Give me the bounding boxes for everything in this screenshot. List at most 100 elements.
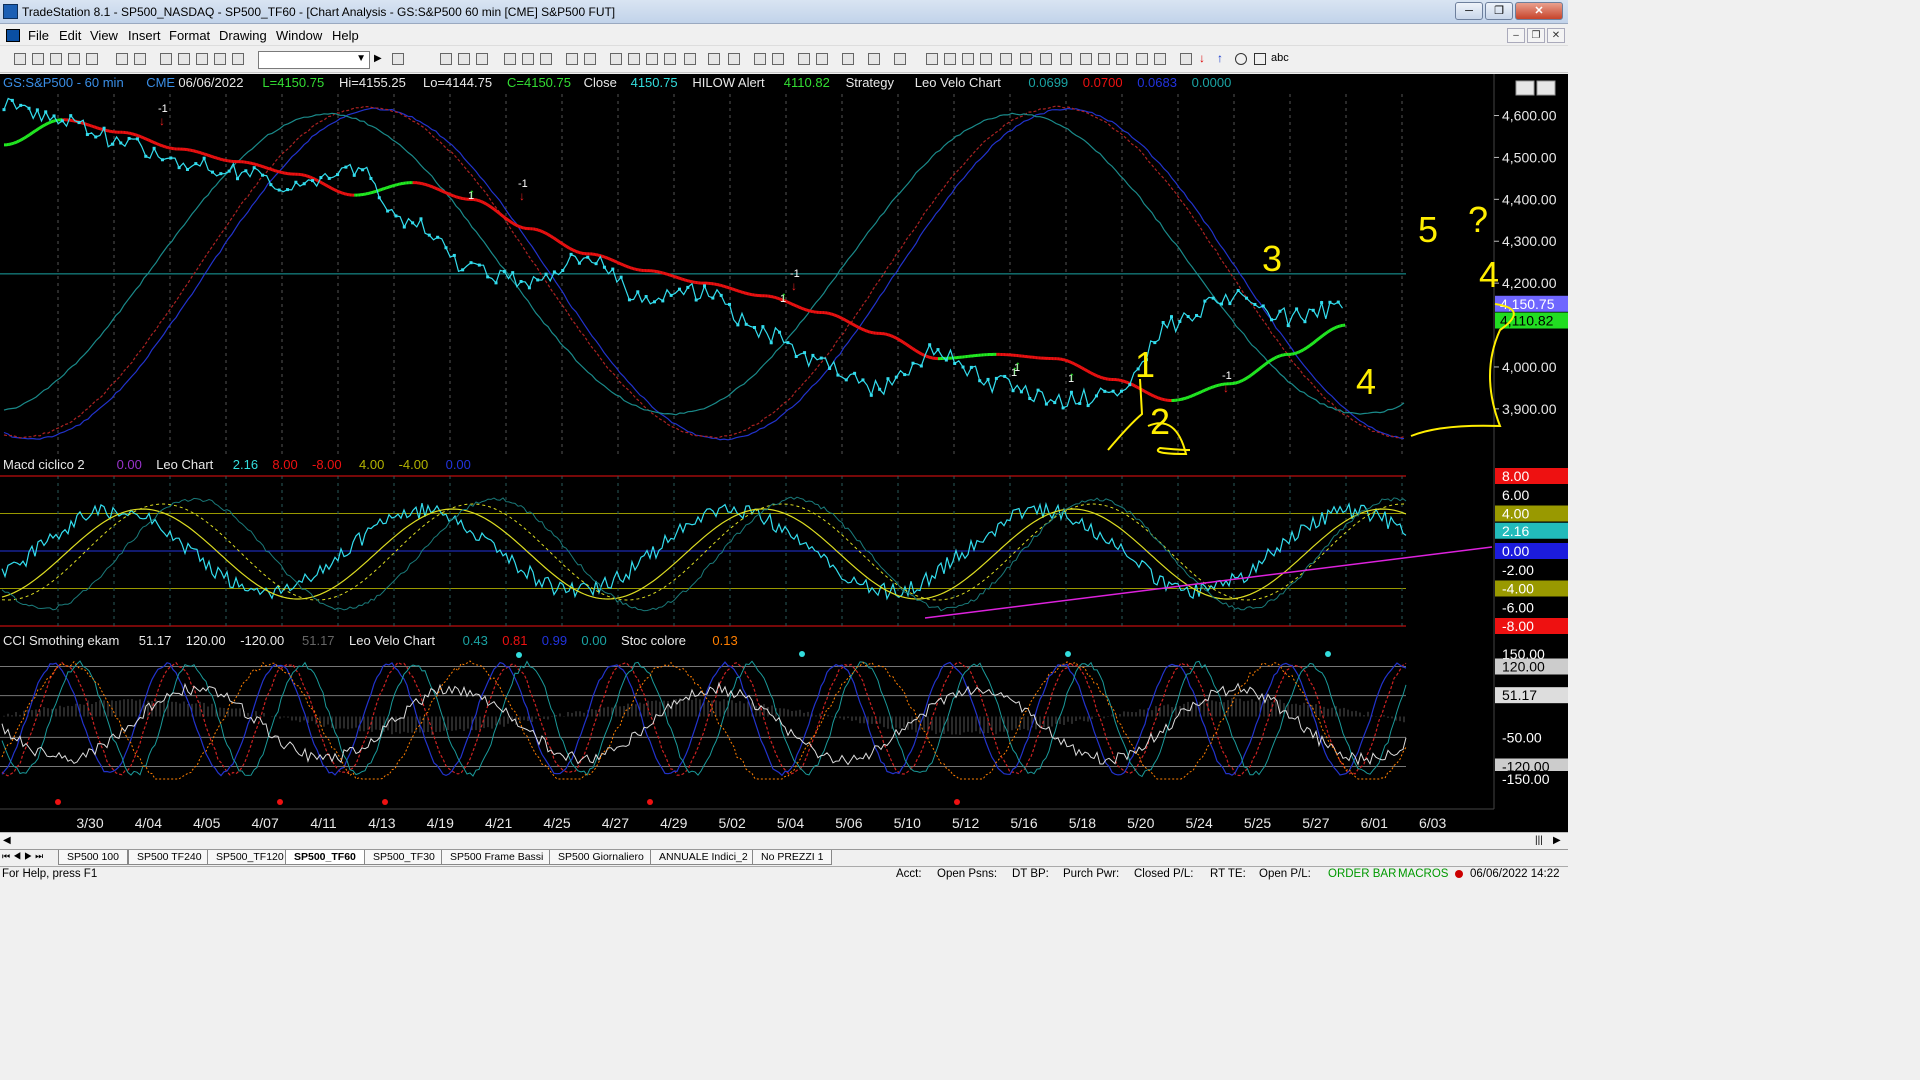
- scroll-left-icon[interactable]: ◀: [3, 835, 11, 846]
- rectangle-icon[interactable]: [1254, 53, 1266, 65]
- sheet-tab[interactable]: SP500_TF60: [285, 850, 365, 865]
- compress-icon[interactable]: [708, 53, 720, 65]
- pointer-icon[interactable]: [798, 53, 810, 65]
- sheet-tab[interactable]: SP500_TF30: [364, 850, 444, 865]
- sheet-tab[interactable]: SP500 Frame Bassi: [441, 850, 553, 865]
- ellipse-icon[interactable]: [1235, 53, 1247, 65]
- sheet-tab[interactable]: SP500 TF240: [128, 850, 211, 865]
- matrix-icon[interactable]: [440, 53, 452, 65]
- print-icon[interactable]: [116, 53, 128, 65]
- mdi-minimize-button[interactable]: –: [1507, 28, 1525, 43]
- vertical-line-icon[interactable]: [944, 53, 956, 65]
- chart-window-icon[interactable]: [6, 29, 20, 42]
- format-analysis-icon[interactable]: [584, 53, 596, 65]
- alert-icon[interactable]: [868, 53, 880, 65]
- speed-lines-icon[interactable]: [1060, 53, 1072, 65]
- menu-edit[interactable]: Edit: [59, 28, 81, 43]
- ma-falling-segment: [328, 185, 332, 190]
- trendline-icon[interactable]: [926, 53, 938, 65]
- status-macros[interactable]: MACROS: [1398, 868, 1448, 880]
- stoch-low-dot: [277, 799, 283, 805]
- tools-icon[interactable]: [842, 53, 854, 65]
- regression-icon[interactable]: [1040, 53, 1052, 65]
- zoom-in-icon[interactable]: [754, 53, 766, 65]
- horizontal-scrollbar[interactable]: ◀ ||| ▶: [0, 832, 1568, 849]
- ma-rising-segment: [1299, 349, 1303, 353]
- menu-insert[interactable]: Insert: [128, 28, 161, 43]
- sheet-tab[interactable]: No PREZZI 1: [752, 850, 833, 865]
- indicator-icon[interactable]: [504, 53, 516, 65]
- chart-icon[interactable]: [160, 53, 172, 65]
- price-bar-marker: [1228, 302, 1232, 306]
- horizontal-line-icon[interactable]: [962, 53, 974, 65]
- format-icon[interactable]: [540, 53, 552, 65]
- channel-icon[interactable]: [1020, 53, 1032, 65]
- arrow-down-icon[interactable]: ↓: [1199, 51, 1205, 65]
- text-tool-icon[interactable]: abc: [1271, 52, 1289, 64]
- close-button[interactable]: ✕: [1515, 2, 1563, 20]
- expand-icon[interactable]: [728, 53, 740, 65]
- symbol-lookup-icon[interactable]: [392, 53, 404, 65]
- line-chart-icon[interactable]: [664, 53, 676, 65]
- insert-analysis-icon[interactable]: [566, 53, 578, 65]
- ma-falling-segment: [832, 313, 835, 317]
- play-icon[interactable]: ▶: [374, 53, 382, 64]
- trade-icon[interactable]: [894, 53, 906, 65]
- tab-nav-icon[interactable]: ⏮◀▶⏭: [2, 851, 46, 862]
- lock-icon[interactable]: [196, 53, 208, 65]
- menu-format[interactable]: Format: [169, 28, 210, 43]
- pen-icon[interactable]: [1116, 53, 1128, 65]
- mdi-restore-button[interactable]: ❐: [1527, 28, 1545, 43]
- time-scale-icon[interactable]: [684, 53, 696, 65]
- grid-icon[interactable]: [476, 53, 488, 65]
- new-icon[interactable]: [14, 53, 26, 65]
- copy-icon[interactable]: [68, 53, 80, 65]
- radar-icon[interactable]: [178, 53, 190, 65]
- price-bar-marker: [277, 188, 281, 192]
- apps-icon[interactable]: [232, 53, 244, 65]
- strategy-icon[interactable]: [522, 53, 534, 65]
- print-preview-icon[interactable]: [134, 53, 146, 65]
- arrow-up-icon[interactable]: ↑: [1217, 51, 1223, 65]
- andrews-icon[interactable]: [1136, 53, 1148, 65]
- menu-drawing[interactable]: Drawing: [219, 28, 267, 43]
- crosshair-icon[interactable]: [816, 53, 828, 65]
- gann-fan-icon[interactable]: [1080, 53, 1092, 65]
- scroll-right-icon[interactable]: ▶: [1553, 835, 1561, 846]
- restore-button[interactable]: ❐: [1485, 2, 1513, 20]
- sheet-tab[interactable]: SP500_TF120: [207, 850, 293, 865]
- data-window-icon[interactable]: [610, 53, 622, 65]
- mdi-close-button[interactable]: ✕: [1547, 28, 1565, 43]
- minimize-button[interactable]: ─: [1455, 2, 1483, 20]
- zoom-out-icon[interactable]: [772, 53, 784, 65]
- sheet-tab[interactable]: SP500 Giornaliero: [549, 850, 653, 865]
- ma-falling-segment: [140, 135, 144, 139]
- sheet-tab[interactable]: SP500 100: [58, 850, 128, 865]
- chevron-down-icon[interactable]: ▼: [356, 53, 366, 64]
- save-icon[interactable]: [50, 53, 62, 65]
- menu-view[interactable]: View: [90, 28, 118, 43]
- arrow-lr-icon[interactable]: [1098, 53, 1110, 65]
- cci-header-item: 51.17: [302, 633, 335, 648]
- menu-file[interactable]: File: [28, 28, 49, 43]
- chart-svg[interactable]: GS:S&P500 - 60 min CME 06/06/2022 L=4150.75…: [0, 74, 1568, 832]
- freehand-icon[interactable]: [1154, 53, 1166, 65]
- open-icon[interactable]: [32, 53, 44, 65]
- candle-icon[interactable]: [646, 53, 658, 65]
- ma-falling-segment: [333, 188, 336, 192]
- bar-type-icon[interactable]: [628, 53, 640, 65]
- chart-window[interactable]: GS:S&P500 - 60 min CME 06/06/2022 L=4150.75…: [0, 74, 1568, 832]
- workspace-icon[interactable]: [214, 53, 226, 65]
- curve-icon[interactable]: [1180, 53, 1192, 65]
- symbol-combo[interactable]: ▼: [258, 51, 370, 69]
- arc-icon[interactable]: [1000, 53, 1012, 65]
- status-order-bar[interactable]: ORDER BAR: [1328, 868, 1396, 880]
- scroll-bars-icon[interactable]: |||: [1535, 835, 1543, 846]
- paste-icon[interactable]: [86, 53, 98, 65]
- menu-help[interactable]: Help: [332, 28, 359, 43]
- sheet-tab[interactable]: ANNUALE Indici_2: [650, 850, 757, 865]
- menu-window[interactable]: Window: [276, 28, 322, 43]
- quote-icon[interactable]: [458, 53, 470, 65]
- macd-header-item: Macd ciclico 2: [3, 457, 85, 472]
- fibonacci-icon[interactable]: [980, 53, 992, 65]
